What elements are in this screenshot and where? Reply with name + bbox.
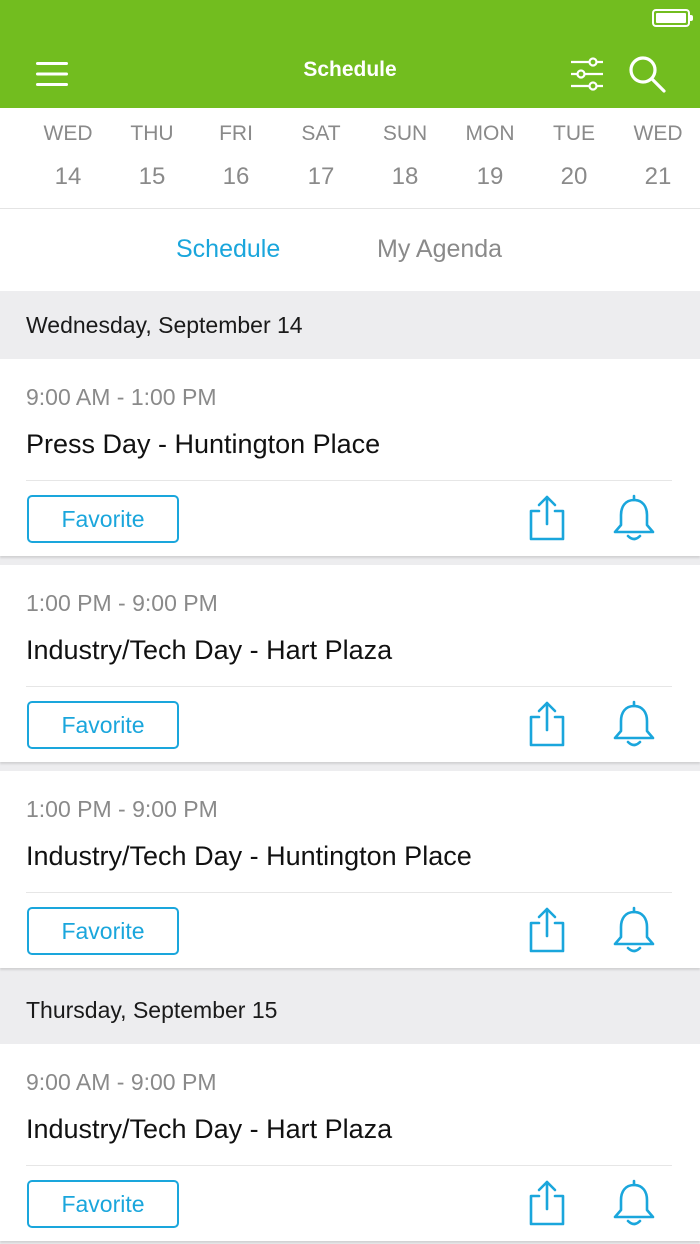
- event-card[interactable]: 1:00 PM - 9:00 PM Industry/Tech Day - Ha…: [0, 565, 700, 762]
- event-card[interactable]: 9:00 AM - 9:00 PM Industry/Tech Day - Ha…: [0, 1044, 700, 1241]
- share-icon: [529, 907, 565, 953]
- date-item[interactable]: FRI 16: [194, 108, 278, 208]
- event-title: Press Day - Huntington Place: [26, 429, 381, 459]
- reminder-button[interactable]: [610, 905, 658, 955]
- event-title: Industry/Tech Day - Hart Plaza: [26, 635, 393, 665]
- date-item[interactable]: WED 14: [26, 108, 110, 208]
- date-item[interactable]: MON 19: [448, 108, 532, 208]
- date-weekday: THU: [130, 122, 174, 145]
- reminder-button[interactable]: [610, 699, 658, 749]
- date-item[interactable]: THU 15: [110, 108, 194, 208]
- bell-icon: [613, 1179, 655, 1226]
- share-button[interactable]: [524, 905, 570, 955]
- reminder-button[interactable]: [610, 1178, 658, 1228]
- section-date-label: Wednesday, September 14: [26, 312, 303, 338]
- date-item[interactable]: SUN 18: [363, 108, 447, 208]
- event-card[interactable]: 1:00 PM - 9:00 PM Industry/Tech Day - Hu…: [0, 771, 700, 968]
- section-header: Thursday, September 15: [0, 976, 700, 1044]
- nav-bar: Schedule: [0, 40, 700, 108]
- favorite-button[interactable]: Favorite: [27, 701, 179, 749]
- date-weekday: SAT: [301, 122, 341, 145]
- date-number: 16: [222, 163, 250, 190]
- card-divider: [26, 1165, 672, 1166]
- event-time: 1:00 PM - 9:00 PM: [26, 590, 218, 616]
- tab-bar: Schedule My Agenda: [0, 209, 700, 291]
- section-date-label: Thursday, September 15: [26, 997, 278, 1023]
- filter-icon: [571, 57, 603, 91]
- tab-schedule[interactable]: Schedule: [176, 235, 280, 264]
- event-time: 9:00 AM - 1:00 PM: [26, 384, 217, 410]
- tab-my-agenda[interactable]: My Agenda: [377, 235, 502, 264]
- card-divider: [26, 480, 672, 481]
- share-icon: [529, 1180, 565, 1226]
- date-number: 17: [307, 163, 335, 190]
- date-number: 20: [560, 163, 588, 190]
- share-button[interactable]: [524, 493, 570, 543]
- favorite-button[interactable]: Favorite: [27, 1180, 179, 1228]
- date-weekday: TUE: [553, 122, 595, 145]
- battery-icon: [652, 9, 693, 27]
- event-card[interactable]: 9:00 AM - 1:00 PM Press Day - Huntington…: [0, 359, 700, 556]
- filter-button[interactable]: [565, 52, 609, 96]
- date-weekday: WED: [43, 122, 93, 145]
- search-icon: [629, 56, 666, 93]
- date-number: 15: [138, 163, 166, 190]
- event-time: 9:00 AM - 9:00 PM: [26, 1069, 217, 1095]
- share-icon: [529, 701, 565, 747]
- date-number: 21: [644, 163, 672, 190]
- date-weekday: SUN: [382, 122, 428, 145]
- date-number: 19: [476, 163, 504, 190]
- share-icon: [529, 495, 565, 541]
- date-weekday: FRI: [219, 122, 253, 145]
- reminder-button[interactable]: [610, 493, 658, 543]
- bell-icon: [613, 494, 655, 541]
- date-item[interactable]: SAT 17: [279, 108, 363, 208]
- card-divider: [26, 892, 672, 893]
- date-weekday: MON: [465, 122, 515, 145]
- status-bar: [0, 0, 700, 40]
- card-divider: [26, 686, 672, 687]
- share-button[interactable]: [524, 1178, 570, 1228]
- date-item[interactable]: TUE 20: [532, 108, 616, 208]
- date-item[interactable]: WED 21: [616, 108, 700, 208]
- event-time: 1:00 PM - 9:00 PM: [26, 796, 218, 822]
- date-number: 14: [54, 163, 82, 190]
- event-title: Industry/Tech Day - Huntington Place: [26, 841, 472, 871]
- bell-icon: [613, 906, 655, 953]
- date-weekday: WED: [633, 122, 683, 145]
- event-title: Industry/Tech Day - Hart Plaza: [26, 1114, 393, 1144]
- favorite-button[interactable]: Favorite: [27, 495, 179, 543]
- section-header: Wednesday, September 14: [0, 291, 700, 359]
- date-strip: WED 14 THU 15 FRI 16 SAT 17 SUN 18 MON 1…: [0, 108, 700, 209]
- favorite-button[interactable]: Favorite: [27, 907, 179, 955]
- bell-icon: [613, 700, 655, 747]
- share-button[interactable]: [524, 699, 570, 749]
- date-number: 18: [391, 163, 419, 190]
- search-button[interactable]: [625, 52, 669, 96]
